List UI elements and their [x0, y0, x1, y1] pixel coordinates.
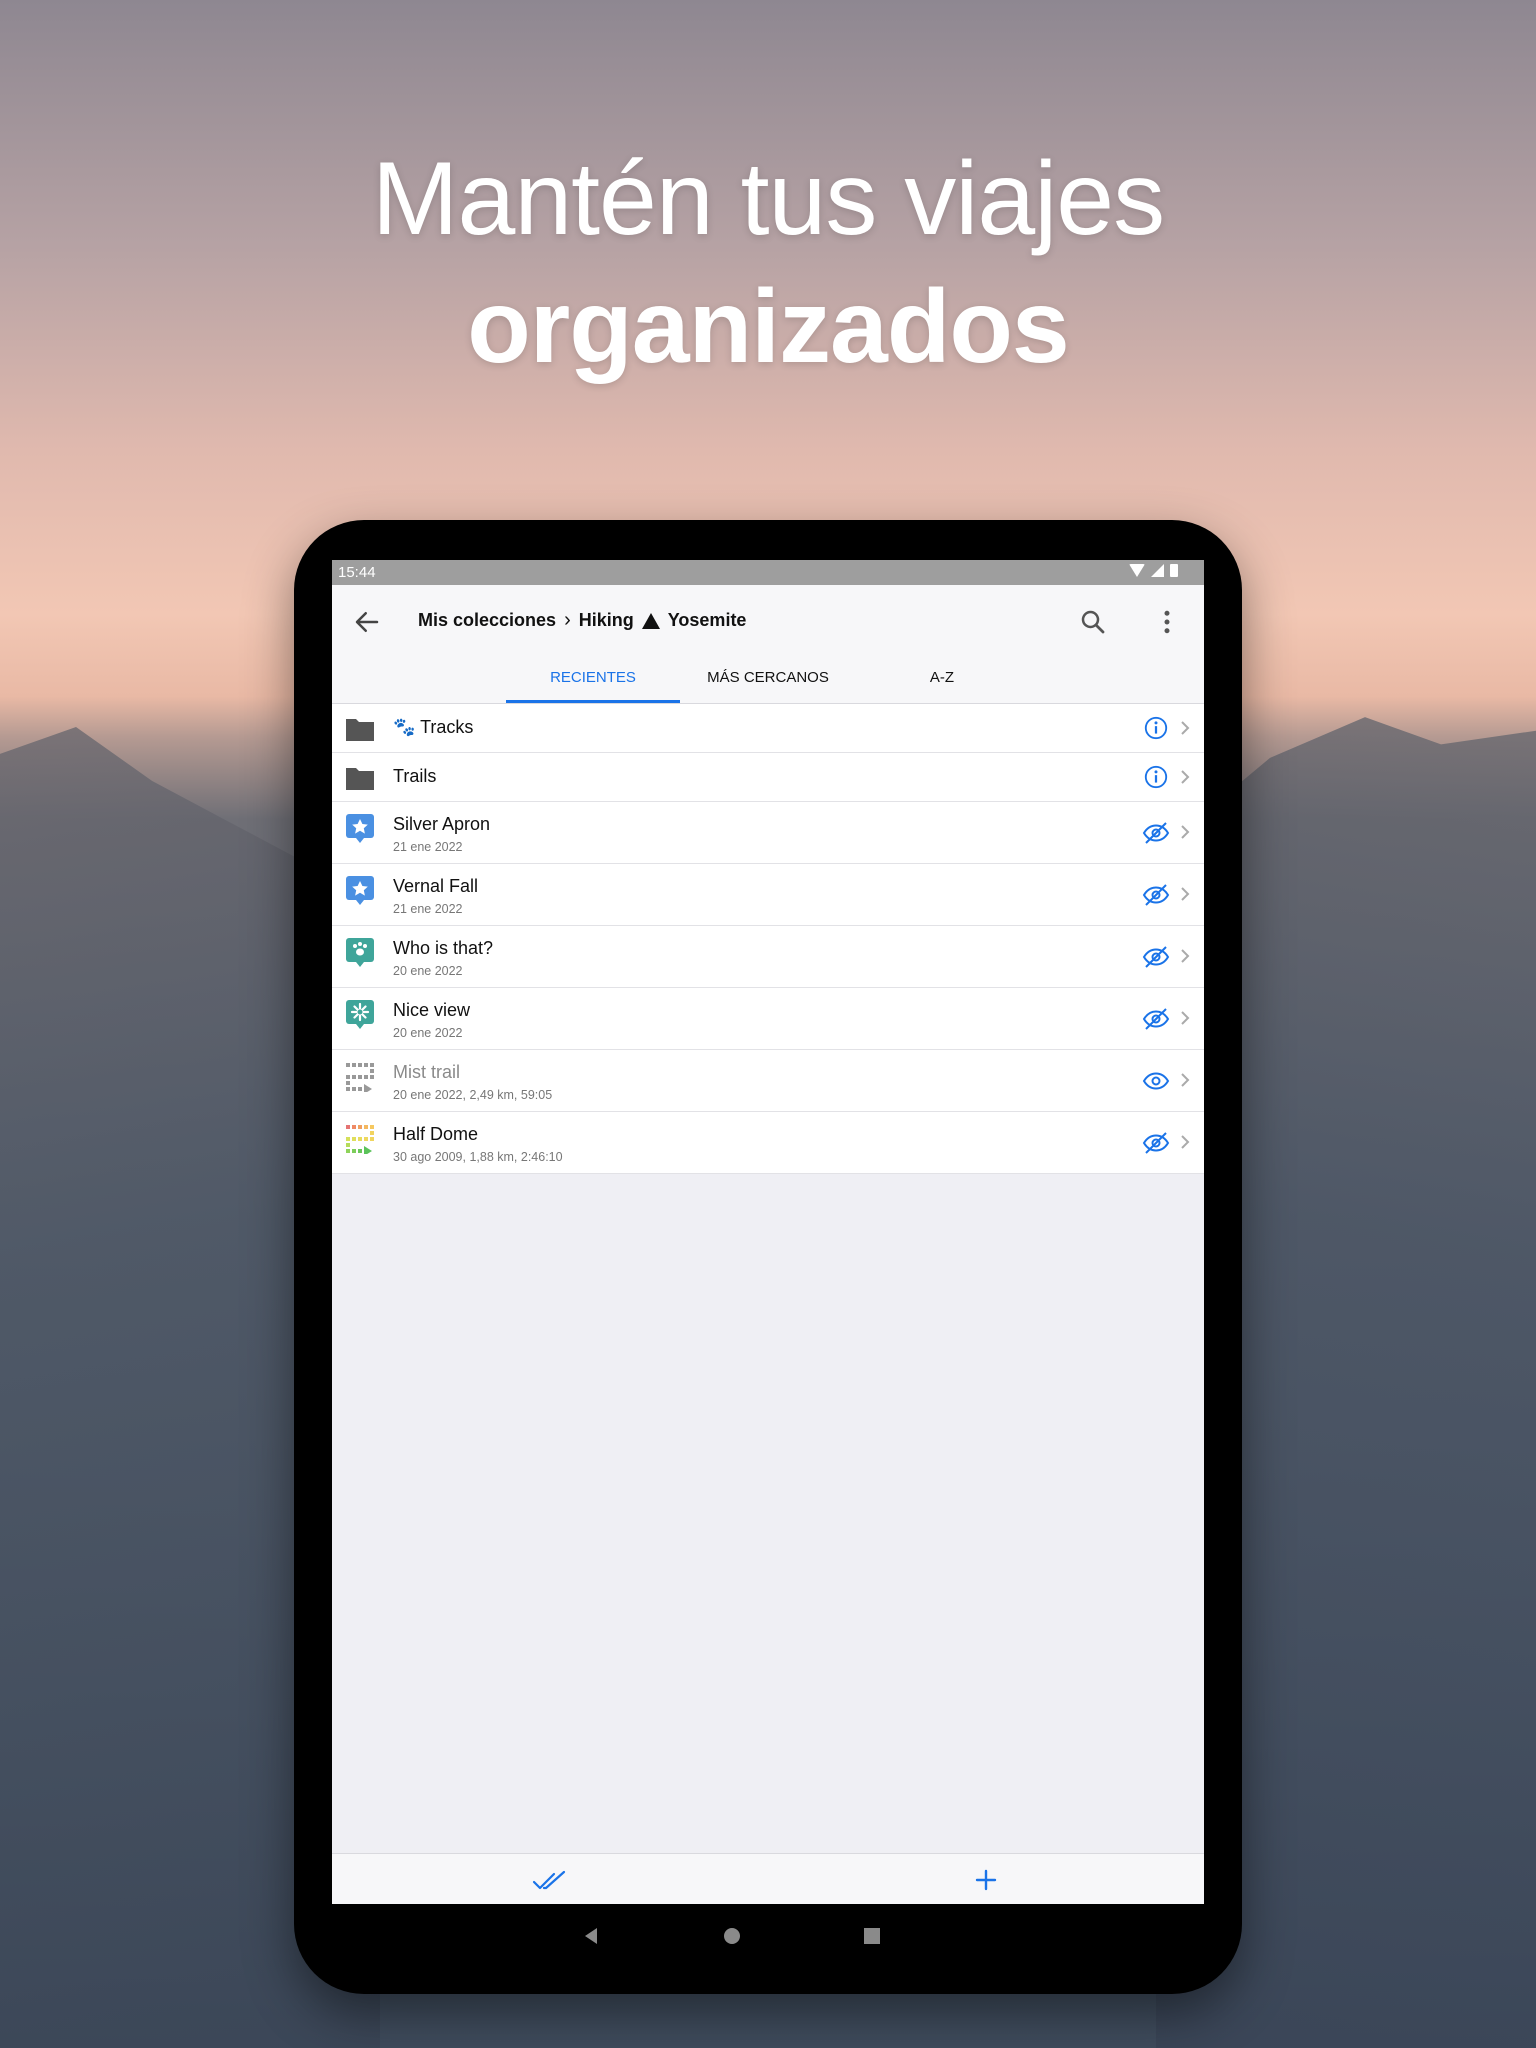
item-title: Silver Apron [393, 814, 491, 834]
headline-line-1: Mantén tus viajes [371, 141, 1165, 257]
list-item-folder[interactable]: 🐾 Tracks [332, 704, 1204, 753]
tab-recientes[interactable]: RECIENTES [506, 665, 680, 703]
double-check-icon[interactable] [530, 1866, 570, 1894]
home-circle-icon[interactable] [720, 1924, 744, 1948]
list-item-waypoint[interactable]: Nice view 20 ene 2022 [332, 988, 1204, 1050]
tab-a-z[interactable]: A-Z [855, 665, 1029, 703]
chevron-right-icon [1181, 1011, 1190, 1025]
item-subtitle: 30 ago 2009, 1,88 km, 2:46:10 [393, 1150, 563, 1164]
chevron-right-icon [1181, 887, 1190, 901]
track-colored-icon [346, 1125, 374, 1154]
wifi-icon [1129, 564, 1145, 577]
item-subtitle: 21 ene 2022 [393, 902, 463, 916]
search-icon[interactable] [1078, 607, 1108, 637]
arrow-left-icon[interactable] [352, 607, 382, 637]
star-waypoint-icon [346, 876, 374, 905]
item-title: Mist trail [393, 1062, 460, 1082]
chevron-right-icon [1181, 1135, 1190, 1149]
item-subtitle: 21 ene 2022 [393, 840, 463, 854]
chevron-right-icon [1181, 949, 1190, 963]
headline-line-2: organizados [467, 269, 1070, 385]
plus-icon[interactable] [966, 1866, 1006, 1894]
eye-off-icon[interactable] [1142, 820, 1170, 846]
flower-waypoint-icon [346, 1000, 374, 1029]
paw-waypoint-icon [346, 938, 374, 967]
list-item-waypoint[interactable]: Silver Apron 21 ene 2022 [332, 802, 1204, 864]
status-time: 15:44 [338, 564, 376, 581]
status-bar: 15:44 [332, 560, 1204, 585]
list-item-track[interactable]: Mist trail 20 ene 2022, 2,49 km, 59:05 [332, 1050, 1204, 1112]
list-item-waypoint[interactable]: Vernal Fall 21 ene 2022 [332, 864, 1204, 926]
tablet-frame: 15:44 Mis colecciones › Hiking Yosemite [294, 520, 1242, 1994]
list-item-folder[interactable]: Trails [332, 753, 1204, 802]
chevron-right-icon [1181, 721, 1190, 735]
item-title: 🐾 Tracks [393, 717, 474, 737]
chevron-right-icon [1181, 825, 1190, 839]
collection-list: 🐾 Tracks Trails Silver Apron 21 ene 2022… [332, 704, 1204, 1174]
eye-off-icon[interactable] [1142, 1130, 1170, 1156]
star-waypoint-icon [346, 814, 374, 843]
item-subtitle: 20 ene 2022, 2,49 km, 59:05 [393, 1088, 553, 1102]
breadcrumb-item-collections[interactable]: Mis colecciones [418, 610, 556, 631]
info-icon[interactable] [1142, 764, 1170, 790]
item-title: Vernal Fall [393, 876, 479, 896]
list-item-waypoint[interactable]: Who is that? 20 ene 2022 [332, 926, 1204, 988]
more-vert-icon[interactable] [1152, 607, 1182, 637]
mountain-icon [641, 612, 660, 629]
tab-mas-cercanos[interactable]: MÁS CERCANOS [681, 665, 855, 703]
breadcrumb-item-yosemite: Yosemite [667, 610, 747, 630]
bottom-toolbar [332, 1853, 1204, 1904]
battery-icon [1170, 564, 1178, 577]
app-bar: Mis colecciones › Hiking Yosemite RECIEN… [332, 585, 1204, 704]
status-icons [1129, 564, 1178, 577]
recents-square-icon[interactable] [860, 1924, 884, 1948]
folder-icon [346, 768, 374, 790]
item-title: Trails [393, 766, 437, 786]
folder-icon [346, 719, 374, 741]
chevron-right-icon: › [564, 609, 571, 631]
breadcrumb: Mis colecciones › Hiking Yosemite [418, 609, 746, 632]
item-title: Nice view [393, 1000, 471, 1020]
eye-off-icon[interactable] [1142, 1006, 1170, 1032]
back-triangle-icon[interactable] [579, 1924, 603, 1948]
eye-off-icon[interactable] [1142, 882, 1170, 908]
list-item-track[interactable]: Half Dome 30 ago 2009, 1,88 km, 2:46:10 [332, 1112, 1204, 1174]
chevron-right-icon [1181, 1073, 1190, 1087]
item-subtitle: 20 ene 2022 [393, 964, 463, 978]
breadcrumb-item-hiking[interactable]: Hiking [579, 610, 634, 631]
cell-signal-icon [1151, 564, 1164, 577]
tablet-screen: 15:44 Mis colecciones › Hiking Yosemite [332, 560, 1204, 1904]
eye-icon[interactable] [1142, 1068, 1170, 1094]
info-icon[interactable] [1142, 715, 1170, 741]
track-icon [346, 1063, 374, 1092]
item-title: Who is that? [393, 938, 494, 958]
chevron-right-icon [1181, 770, 1190, 784]
tab-bar: RECIENTES MÁS CERCANOS A-Z [332, 665, 1204, 703]
item-subtitle: 20 ene 2022 [393, 1026, 463, 1040]
item-title: Half Dome [393, 1124, 479, 1144]
system-nav-bar [332, 1904, 1204, 1974]
eye-off-icon[interactable] [1142, 944, 1170, 970]
